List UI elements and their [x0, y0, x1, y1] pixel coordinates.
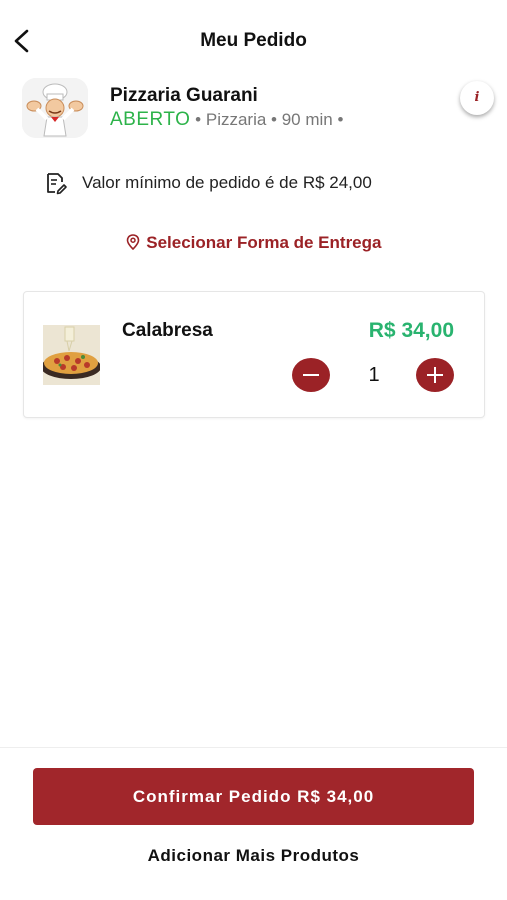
- min-order-text: Valor mínimo de pedido é de R$ 24,00: [82, 173, 372, 192]
- info-icon: i: [474, 90, 480, 105]
- item-price: R$ 34,00: [368, 319, 454, 342]
- confirm-order-button[interactable]: Confirmar Pedido R$ 34,00: [33, 768, 474, 825]
- min-order-notice: Valor mínimo de pedido é de R$ 24,00: [44, 170, 372, 196]
- item-name: Calabresa: [122, 320, 213, 341]
- decrease-quantity-button[interactable]: [292, 358, 330, 392]
- footer-divider: [0, 747, 507, 748]
- product-image: [43, 325, 100, 385]
- store-status: ABERTO: [110, 109, 191, 130]
- header: Meu Pedido: [0, 0, 507, 80]
- map-pin-icon: [126, 234, 139, 251]
- select-delivery-label: Selecionar Forma de Entrega: [146, 233, 382, 252]
- item-quantity: 1: [368, 364, 380, 386]
- store-header: Pizzaria Guarani ABERTO • Pizzaria • 90 …: [22, 78, 494, 140]
- page-title: Meu Pedido: [200, 30, 307, 51]
- select-delivery-link[interactable]: Selecionar Forma de Entrega: [0, 233, 507, 253]
- add-more-products-button[interactable]: Adicionar Mais Produtos: [0, 846, 507, 866]
- store-details: • Pizzaria • 90 min •: [190, 110, 344, 129]
- increase-quantity-button[interactable]: [416, 358, 454, 392]
- chef-logo-icon: [22, 78, 88, 138]
- cart-item: Calabresa R$ 34,00 1: [23, 291, 485, 418]
- store-name: Pizzaria Guarani: [110, 85, 258, 106]
- document-edit-icon: [47, 173, 67, 195]
- info-button[interactable]: i: [460, 81, 494, 115]
- store-meta: ABERTO • Pizzaria • 90 min •: [110, 109, 343, 131]
